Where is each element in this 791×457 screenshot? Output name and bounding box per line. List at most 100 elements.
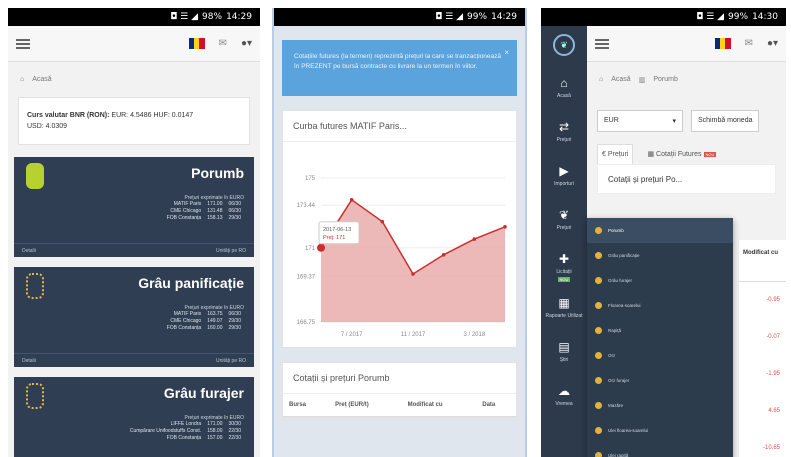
menu-item[interactable]: Orz	[587, 343, 733, 368]
close-icon[interactable]: ×	[504, 48, 509, 58]
menu-item[interactable]: Orz furajer	[587, 368, 733, 393]
sidebar-label: Licitații	[556, 269, 572, 275]
menu-item[interactable]: Grâu furajer	[587, 268, 733, 293]
top-bar: ✉ ●▾	[587, 26, 786, 62]
phone-screen-futures: ◘ ☰ ◢ 99% 14:29 Cotațiile futures (la te…	[272, 8, 527, 457]
home-icon: ⌂	[20, 76, 25, 83]
phone-screen-home: ◘ ☰ ◢ 98% 14:29 ✉ ●▾ ⌂ Acasă Curs valuta…	[8, 8, 260, 457]
currency-select[interactable]: EUR ▾	[597, 110, 683, 132]
breadcrumb-home[interactable]: Acasă	[611, 76, 630, 84]
sidebar-item[interactable]: ▶ Importuri	[541, 158, 587, 202]
details-link[interactable]: Detalii	[22, 248, 36, 254]
product-icon	[595, 252, 602, 259]
prices-panel: Cotații și prețuri Po...	[597, 164, 776, 194]
menu-item[interactable]: Grâu panificație	[587, 243, 733, 268]
breadcrumb-current: Porumb	[653, 76, 678, 83]
futures-chart[interactable]: 175 173.44 171 169.37 166.75 7 / 2017 11 / 201…	[283, 142, 518, 342]
product-card[interactable]: Grâu furajer Prețuri exprimate în EURO L…	[14, 377, 254, 457]
rate-usd: USD: 4.0309	[27, 123, 68, 130]
menu-item[interactable]: Rapiță	[587, 318, 733, 343]
sidebar-icon: ☁	[558, 384, 570, 398]
info-alert: Cotațiile futures (la termen) reprezintă…	[282, 40, 517, 96]
clock: 14:30	[752, 12, 778, 22]
price-row: FOB Constanța 157.00 22/30	[166, 435, 241, 441]
sidebar-icon: ❦	[558, 208, 570, 222]
currency-row: EUR ▾ Schimbă moneda	[587, 98, 786, 132]
sidebar-icon: ✚	[558, 252, 570, 266]
sidebar-item[interactable]: ✚ Licitații NOU	[541, 246, 587, 290]
price-row: Cumpărare Unifoodstuffs Const. 158.00 22/3…	[129, 428, 241, 434]
status-icons: ◘ ☰ ◢	[696, 12, 725, 22]
series-area	[321, 199, 505, 322]
change-value: -0.95	[766, 297, 780, 303]
sidebar-item[interactable]: ⇄ Prețuri	[541, 114, 587, 158]
data-point	[317, 243, 325, 252]
sidebar-label: Vremea	[555, 401, 573, 407]
details-link[interactable]: Detalii	[22, 358, 36, 364]
menu-item[interactable]: Mazăre	[587, 393, 733, 418]
price-table: LIFFE Londra 171.00 30/30 Cumpărare Unifood…	[127, 421, 244, 442]
units-link[interactable]: Unități pe RO	[216, 358, 246, 364]
sidebar-label: Rapoarte Utilizat	[545, 313, 583, 319]
product-card[interactable]: Grâu panificație Prețuri exprimate în EU…	[14, 267, 254, 367]
logo-icon[interactable]: ❦	[553, 34, 575, 56]
menu-item[interactable]: Floarea-soarelui	[587, 293, 733, 318]
sidebar-item[interactable]: ⌂ Acasă	[541, 70, 587, 114]
battery-level: 99%	[728, 12, 749, 22]
breadcrumb: ⌂ Acasă	[8, 62, 260, 97]
romanian-flag-icon[interactable]	[714, 38, 731, 49]
menu-icon[interactable]	[16, 38, 30, 49]
corn-icon	[26, 163, 44, 189]
price-row: LIFFE Londra 171.00 30/30	[170, 421, 241, 427]
tab-prices[interactable]: € Prețuri	[597, 144, 634, 164]
change-value: -1.95	[766, 371, 780, 377]
table-header: Bursa	[283, 394, 330, 417]
user-icon[interactable]: ●▾	[767, 38, 778, 49]
sidebar-label: Prețuri	[556, 225, 572, 231]
units-link[interactable]: Unități pe RO	[216, 248, 246, 254]
sidebar-item[interactable]: ▤ Știri	[541, 334, 587, 378]
menu-item[interactable]: Porumb	[587, 218, 733, 243]
menu-item-label: Grâu panificație	[608, 253, 640, 258]
sidebar-item[interactable]: ☁ Vremea	[541, 378, 587, 422]
envelope-icon[interactable]: ✉	[745, 38, 753, 49]
battery-level: 99%	[467, 12, 488, 22]
product-name: Grâu furajer	[163, 385, 244, 401]
menu-item[interactable]: Ulei floarea-soarelui	[587, 418, 733, 443]
breadcrumb-home[interactable]: Acasă	[32, 76, 51, 83]
change-value: 4.65	[768, 408, 780, 414]
chart-title: Curba futures MATIF Paris...	[283, 111, 516, 142]
product-icon	[595, 377, 602, 384]
menu-icon[interactable]	[595, 38, 609, 49]
product-icon	[595, 227, 602, 234]
x-tick-label: 3 / 2018	[463, 332, 485, 338]
product-name: Porumb	[191, 165, 244, 181]
sidebar-icon: ▤	[558, 340, 570, 354]
menu-item-label: Orz	[608, 353, 616, 358]
product-dropdown-menu: Porumb Grâu panificație Grâu furajer Floare…	[587, 218, 733, 457]
user-icon[interactable]: ●▾	[241, 38, 252, 49]
sidebar-item[interactable]: ❦ Prețuri	[541, 202, 587, 246]
data-point	[380, 219, 385, 224]
sidebar-icon: ⇄	[558, 120, 570, 134]
table-header: Preț (EUR/t)	[329, 394, 402, 417]
product-icon	[595, 427, 602, 434]
rate-huf: HUF: 0.0147	[153, 112, 194, 119]
romanian-flag-icon[interactable]	[188, 38, 205, 49]
sidebar-icon: ▶	[559, 164, 569, 178]
tab-futures[interactable]: ▦ Cotații Futures NOU	[647, 144, 717, 164]
prices-table-panel: Cotații și prețuri Porumb Bursa Preț (EUR…	[282, 362, 517, 418]
status-bar: ◘ ☰ ◢ 99% 14:29	[274, 8, 525, 26]
table-title: Cotații și prețuri Porumb	[283, 363, 516, 394]
menu-item[interactable]: Ulei rapiță	[587, 443, 733, 457]
status-bar: ◘ ☰ ◢ 99% 14:30	[541, 8, 786, 26]
menu-item-label: Ulei floarea-soarelui	[608, 428, 649, 433]
envelope-icon[interactable]: ✉	[219, 38, 227, 49]
change-currency-button[interactable]: Schimbă moneda	[691, 110, 760, 132]
sidebar-label: Prețuri	[556, 137, 572, 143]
sidebar-item[interactable]: ▦ Rapoarte Utilizat	[541, 290, 587, 334]
price-row: MATIF Paris 163.75 06/30	[173, 311, 241, 317]
product-card[interactable]: Porumb Prețuri exprimate în EURO MATIF P…	[14, 157, 254, 257]
chart-icon: ▥	[638, 77, 646, 84]
tooltip-date: 2017-06-13	[323, 227, 351, 233]
